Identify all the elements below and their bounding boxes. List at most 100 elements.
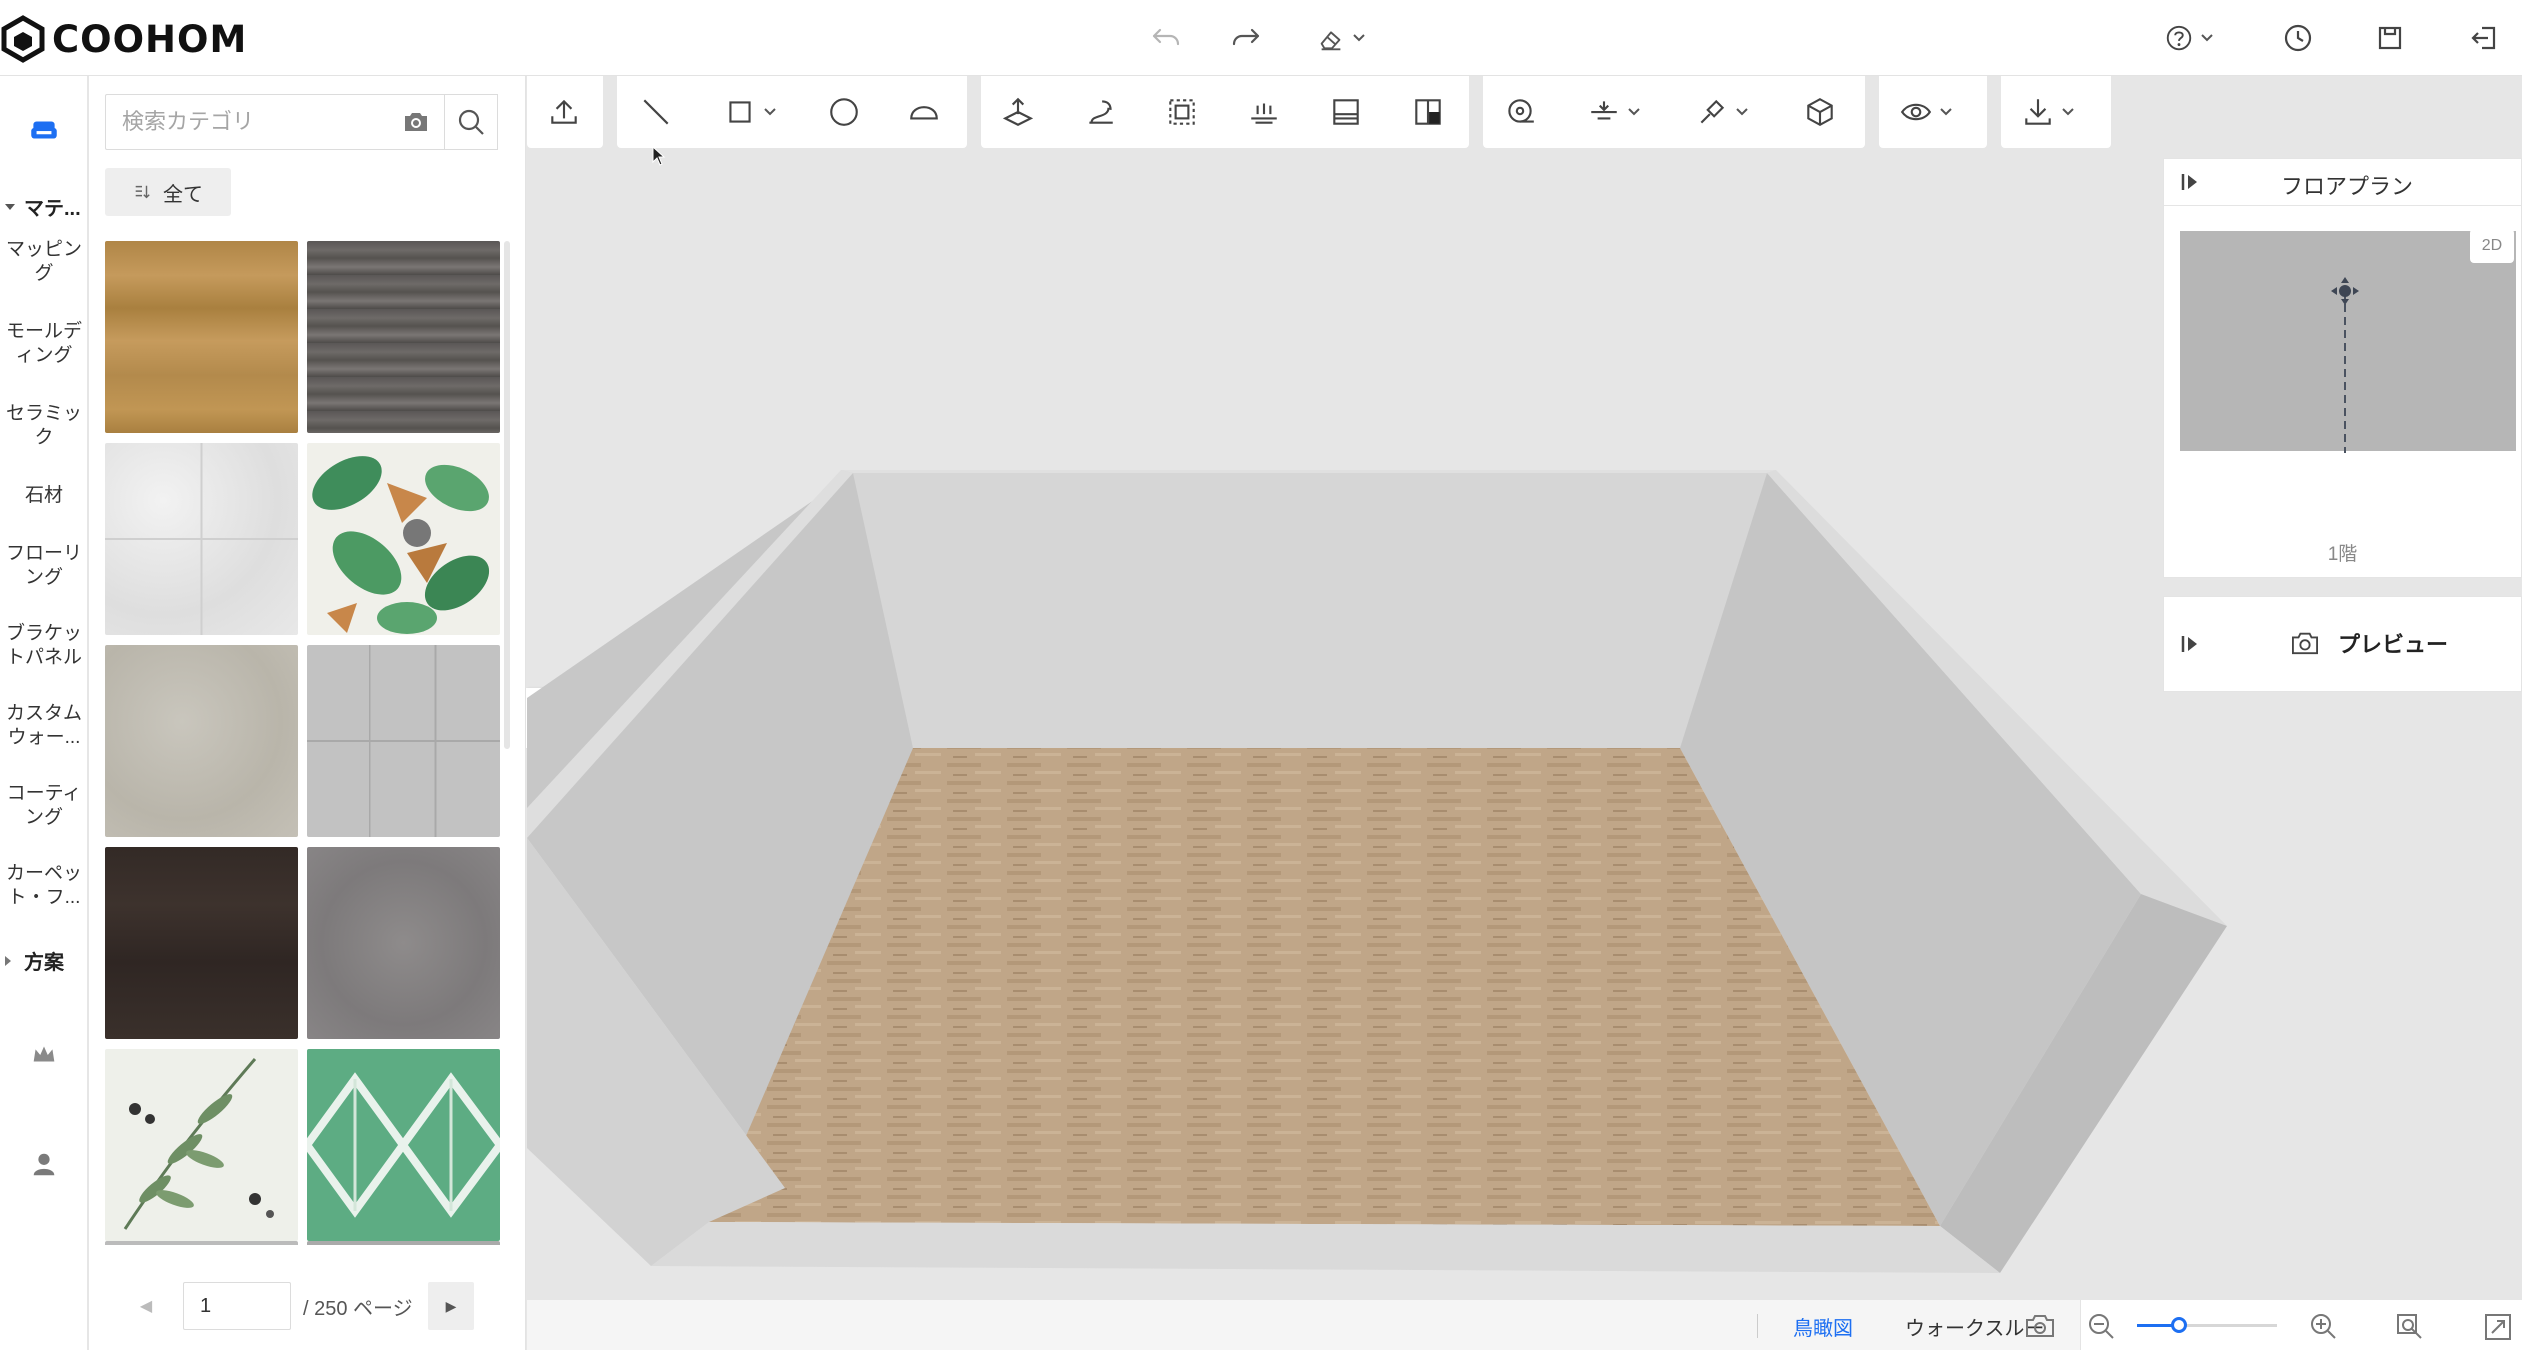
sidebar-item-stone[interactable]: 石材	[0, 484, 88, 508]
sidebar-item-custom-wall[interactable]: カスタムウォー...	[0, 702, 88, 750]
tool-group-view	[1879, 76, 1987, 148]
premium-button[interactable]	[22, 1034, 66, 1074]
material-thumb-dark-wood[interactable]	[105, 847, 298, 1039]
sidebar-item-flooring[interactable]: フローリング	[0, 542, 88, 590]
line-icon	[643, 99, 669, 125]
user-button[interactable]	[22, 1142, 66, 1186]
material-thumb-partial[interactable]	[307, 1241, 500, 1245]
sidebar-item-ceramic[interactable]: セラミック	[0, 402, 88, 450]
search-input[interactable]	[106, 95, 376, 149]
app-window: COOHOM マテ... マッピング モールディング セラミック 石材 フローリ…	[0, 0, 2522, 1350]
download-icon	[2025, 99, 2051, 125]
pager-prev-button[interactable]: ◀	[131, 1286, 161, 1326]
material-grid	[105, 241, 501, 1245]
material-thumb-partial[interactable]	[105, 1241, 298, 1245]
preview-button[interactable]: プレビュー	[2290, 627, 2448, 659]
logo[interactable]: COOHOM	[0, 14, 247, 64]
panel-collapse-icon[interactable]	[2180, 633, 2200, 655]
arc-icon	[910, 106, 938, 120]
draw-rectangle-tool[interactable]	[723, 94, 777, 130]
extrude-tool[interactable]	[1001, 94, 1035, 130]
download-dropdown[interactable]	[2021, 94, 2075, 130]
wall-top-back	[841, 470, 1776, 473]
floor-label[interactable]: 1階	[2164, 539, 2521, 566]
eraser-dropdown[interactable]	[1306, 18, 1376, 58]
logo-icon	[1, 15, 45, 63]
zoom-slider-thumb[interactable]	[2171, 1317, 2187, 1333]
material-thumb-wood-oak[interactable]	[105, 241, 298, 433]
sidebar-item-molding[interactable]: モールディング	[0, 320, 88, 368]
chevron-down-icon	[2201, 34, 2213, 42]
zoom-slider-track[interactable]	[2137, 1317, 2277, 1333]
mode-2d-toggle[interactable]: 2D	[2470, 229, 2514, 263]
rectangle-icon	[729, 101, 751, 123]
material-box-tool[interactable]	[1803, 94, 1837, 130]
preview-label: プレビュー	[2338, 632, 2449, 657]
search-button[interactable]	[444, 94, 498, 150]
panel-scrollbar[interactable]	[504, 241, 510, 749]
camera-icon[interactable]	[402, 109, 430, 135]
materials-section-label: マテ...	[24, 198, 81, 220]
exit-button[interactable]	[2464, 18, 2504, 58]
floorplan-minimap[interactable]	[2180, 231, 2516, 453]
visibility-dropdown[interactable]	[1899, 94, 1953, 130]
sidebar-item-bracket-panel[interactable]: ブラケットパネル	[0, 622, 88, 670]
top-bar: COOHOM	[0, 0, 2522, 76]
zoom-out-icon[interactable]	[2087, 1312, 2117, 1342]
measure-tape-tool[interactable]	[1503, 94, 1537, 130]
upload-button[interactable]	[547, 94, 581, 130]
save-button[interactable]	[2370, 18, 2410, 58]
cube-icon	[1807, 98, 1833, 126]
camera-marker-icon[interactable]	[2325, 275, 2365, 455]
search-box	[105, 94, 444, 150]
aerial-view-tab[interactable]: 鳥瞰図	[1793, 1312, 1853, 1341]
select-area-tool[interactable]	[1165, 94, 1199, 130]
draw-circle-tool[interactable]	[827, 94, 861, 130]
camera-snapshot-icon[interactable]	[2023, 1312, 2057, 1340]
material-thumb-grey-concrete[interactable]	[307, 847, 500, 1039]
chevron-down-icon	[2062, 108, 2074, 116]
materials-section-header[interactable]: マテ...	[0, 192, 88, 221]
material-thumb-beige-stone[interactable]	[105, 645, 298, 837]
split-tool[interactable]	[1411, 94, 1445, 130]
zoom-fit-icon[interactable]	[2395, 1312, 2425, 1342]
draw-line-tool[interactable]	[639, 94, 673, 130]
sidebar-item-mapping[interactable]: マッピング	[0, 238, 88, 286]
save-icon	[2378, 26, 2402, 50]
material-thumb-grey-tiles[interactable]	[307, 645, 500, 837]
back-wall[interactable]	[841, 470, 1776, 748]
wall-panel-tool[interactable]	[1329, 94, 1363, 130]
paint-brush-icon	[1700, 99, 1725, 124]
pager-next-button[interactable]: ▶	[428, 1282, 474, 1330]
history-button[interactable]	[2278, 18, 2318, 58]
extrude-icon	[1002, 97, 1034, 126]
material-thumb-leaf-pattern[interactable]	[105, 1049, 298, 1241]
light-strip-icon	[1251, 103, 1277, 124]
zoom-in-icon[interactable]	[2309, 1312, 2339, 1342]
panel-collapse-icon[interactable]	[2180, 171, 2200, 193]
redo-button[interactable]	[1226, 18, 1266, 58]
help-dropdown[interactable]	[2154, 18, 2224, 58]
tool-group-export	[2001, 76, 2111, 148]
filter-all-label: 全て	[163, 183, 203, 206]
sweep-tool[interactable]	[1083, 94, 1117, 130]
page-number-input[interactable]: 1	[183, 1282, 291, 1330]
align-tool[interactable]	[1587, 94, 1641, 130]
scheme-section-header[interactable]: 方案	[0, 946, 88, 975]
scheme-section-label: 方案	[24, 952, 64, 974]
material-thumb-dark-grey-planks[interactable]	[307, 241, 500, 433]
sort-icon	[135, 185, 150, 199]
material-thumb-white-marble[interactable]	[105, 443, 298, 635]
undo-button[interactable]	[1146, 18, 1186, 58]
fullscreen-icon[interactable]	[2483, 1312, 2513, 1342]
light-strip-tool[interactable]	[1247, 94, 1281, 130]
material-thumb-tropical-leaves[interactable]	[307, 443, 500, 635]
sidebar-item-coating[interactable]: コーティング	[0, 782, 88, 830]
circle-icon	[830, 98, 858, 126]
draw-arc-tool[interactable]	[907, 94, 941, 130]
materials-nav-button[interactable]	[20, 106, 68, 154]
paint-brush-tool[interactable]	[1695, 94, 1749, 130]
sidebar-item-carpet[interactable]: カーペット・フ...	[0, 862, 88, 910]
material-thumb-green-geometric[interactable]	[307, 1049, 500, 1241]
filter-all-button[interactable]: 全て	[105, 168, 231, 216]
